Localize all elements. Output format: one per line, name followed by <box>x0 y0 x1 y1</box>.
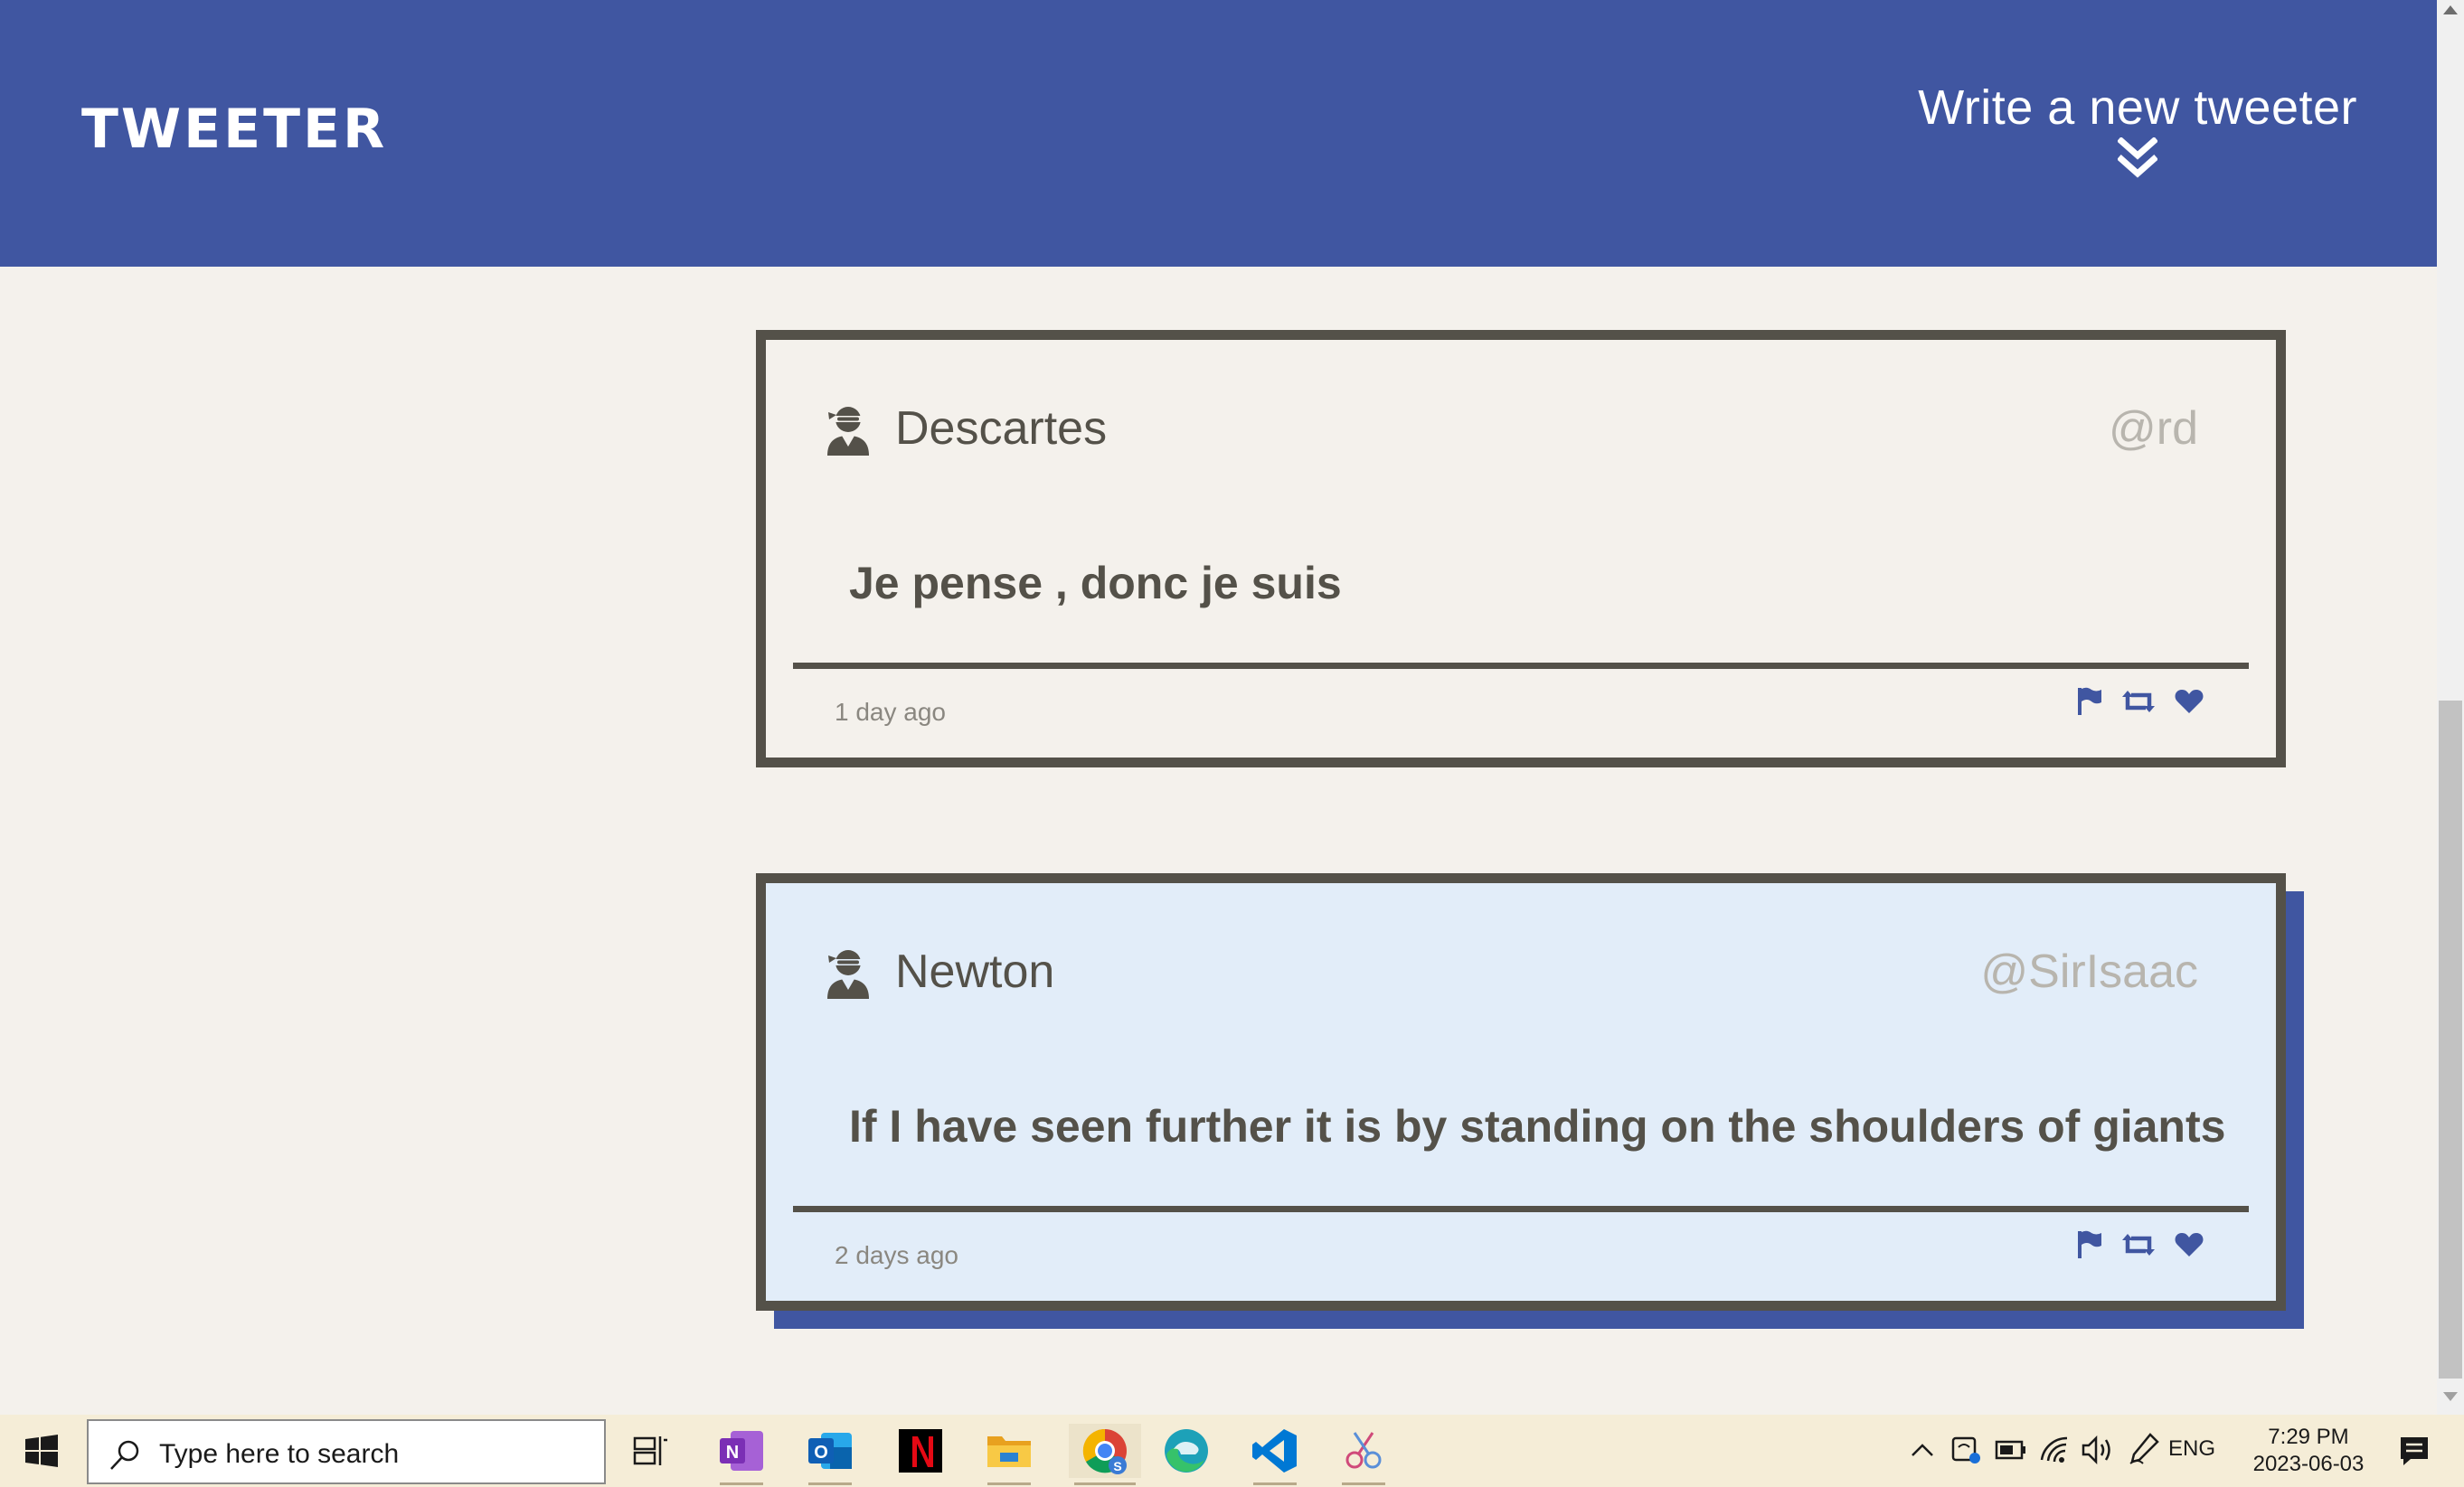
scroll-up-arrow-icon[interactable] <box>2443 5 2458 14</box>
snipping-tool-icon[interactable] <box>1336 1424 1391 1485</box>
brand-logo: TWEETER <box>81 98 388 161</box>
scroll-down-arrow-icon[interactable] <box>2443 1392 2458 1401</box>
clock-time: 7:29 PM <box>2268 1425 2349 1449</box>
volume-icon[interactable] <box>2082 1435 2114 1465</box>
retweet-icon[interactable] <box>2122 1231 2155 1258</box>
show-hidden-icons-chevron-icon[interactable] <box>1910 1442 1935 1458</box>
tweet-divider <box>793 663 2249 669</box>
double-chevron-down-icon <box>2118 137 2158 178</box>
svg-text:O: O <box>814 1443 828 1463</box>
retweet-icon[interactable] <box>2122 688 2155 715</box>
tweet-actions <box>2077 1230 2204 1259</box>
meet-now-icon[interactable] <box>1951 1435 1982 1465</box>
outlook-icon[interactable]: O <box>803 1424 857 1485</box>
onenote-icon[interactable]: N <box>714 1424 769 1485</box>
tweet-text: If I have seen further it is by standing… <box>849 1101 2226 1152</box>
windows-start-icon[interactable] <box>25 1435 58 1467</box>
windows-taskbar: Type here to search N O S ENG 7:29 PM 20… <box>0 1415 2464 1487</box>
tweet-author-handle: @rd <box>2108 402 2198 455</box>
wifi-icon[interactable] <box>2040 1436 2071 1463</box>
scrollbar-thumb[interactable] <box>2439 701 2462 1379</box>
vscode-icon[interactable] <box>1248 1424 1302 1485</box>
tweet-card: Descartes @rd Je pense , donc je suis 1 … <box>756 330 2286 767</box>
notification-center-icon[interactable] <box>2398 1435 2431 1467</box>
compose-toggle[interactable]: Write a new tweeter <box>1918 80 2357 181</box>
compose-label: Write a new tweeter <box>1918 80 2357 135</box>
battery-icon[interactable] <box>1995 1440 2027 1460</box>
clock-date: 2023-06-03 <box>2252 1452 2365 1476</box>
svg-text:S: S <box>1113 1459 1121 1473</box>
heart-icon[interactable] <box>2175 689 2204 714</box>
pen-ink-workspace-icon[interactable] <box>2129 1433 2159 1465</box>
svg-text:N: N <box>726 1443 739 1463</box>
tweet-divider <box>793 1206 2249 1212</box>
heart-icon[interactable] <box>2175 1232 2204 1257</box>
tweet-header: Newton @SirIsaac <box>826 937 2198 1010</box>
tweet-timestamp: 1 day ago <box>835 698 946 726</box>
file-explorer-icon[interactable] <box>982 1424 1036 1485</box>
search-icon <box>110 1440 139 1470</box>
task-view-icon[interactable] <box>624 1424 678 1478</box>
chrome-icon[interactable]: S <box>1069 1424 1141 1485</box>
user-ninja-avatar-icon <box>827 950 869 999</box>
edge-icon[interactable] <box>1159 1424 1213 1478</box>
tweet-author-name: Descartes <box>895 402 1108 455</box>
tweet-actions <box>2077 687 2204 716</box>
tweet-author-name: Newton <box>895 946 1055 998</box>
input-language-indicator[interactable]: ENG <box>2168 1436 2215 1462</box>
top-nav: TWEETER Write a new tweeter <box>0 0 2437 267</box>
tweet-timestamp: 2 days ago <box>835 1241 958 1269</box>
tweet-card: Newton @SirIsaac If I have seen further … <box>756 873 2286 1311</box>
taskbar-search-box[interactable]: Type here to search <box>87 1419 606 1484</box>
flag-icon[interactable] <box>2077 1230 2102 1259</box>
user-ninja-avatar-icon <box>827 407 869 456</box>
tweet-header: Descartes @rd <box>826 394 2198 466</box>
tweet-text: Je pense , donc je suis <box>849 558 1342 608</box>
flag-icon[interactable] <box>2077 687 2102 716</box>
taskbar-clock[interactable]: 7:29 PM 2023-06-03 <box>2241 1424 2376 1478</box>
tweet-author-handle: @SirIsaac <box>1980 946 2198 998</box>
netflix-icon[interactable] <box>893 1424 948 1478</box>
search-placeholder: Type here to search <box>159 1439 400 1469</box>
